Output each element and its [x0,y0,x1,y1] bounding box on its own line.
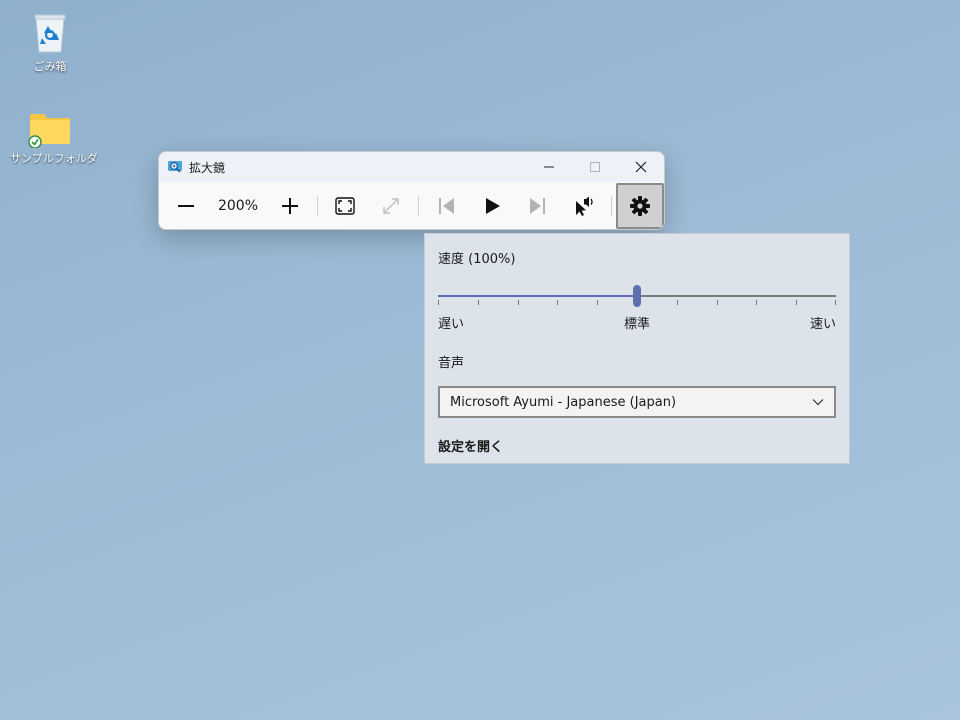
zoom-out-button[interactable] [163,184,209,228]
previous-button[interactable] [423,184,469,228]
read-from-pointer-button[interactable] [561,184,607,228]
chevron-down-icon [812,399,824,406]
slider-tick [438,300,439,305]
slider-tick [835,300,836,305]
open-settings-link[interactable]: 設定を開く [438,436,503,455]
next-button[interactable] [515,184,561,228]
settings-gear-icon [630,196,650,216]
slider-tick [597,300,599,305]
zoom-out-icon [178,205,194,207]
play-icon [486,198,500,214]
expand-icon [383,198,399,214]
minimize-button[interactable] [526,152,572,182]
expand-button[interactable] [368,184,414,228]
desktop-icon-label: ごみ箱 [33,60,67,73]
slider-tick [756,300,758,305]
desktop-icon-label: サンプルフォルダ [10,152,98,165]
reading-settings-flyout: 速度 (100%) 遅い 標準 速い 音声 Microsoft Ayumi - … [424,233,850,464]
next-icon [530,198,545,214]
speed-scale-labels: 遅い 標準 速い [438,313,836,332]
play-button[interactable] [469,184,515,228]
zoom-in-icon [282,198,298,214]
desktop-icon-recycle-bin[interactable]: ごみ箱 [10,8,90,74]
title-bar[interactable]: 拡大鏡 [159,152,664,182]
recycle-bin-icon [34,14,66,53]
fast-label: 速い [809,317,836,332]
normal-label: 標準 [623,317,650,332]
toolbar-separator [418,196,419,216]
previous-icon [439,198,454,214]
maximize-button[interactable] [572,152,618,182]
voice-label: 音声 [438,356,465,371]
close-button[interactable] [618,152,664,182]
zoom-in-button[interactable] [267,184,313,228]
slider-tick [517,300,519,305]
slider-tick [676,300,678,305]
slow-label: 遅い [438,317,465,332]
slider-tick [557,300,559,305]
minimize-icon [544,166,554,168]
slider-thumb[interactable] [633,285,641,307]
desktop-icon-sample-folder[interactable]: サンプルフォルダ [10,108,98,166]
folder-icon [28,114,70,148]
speed-slider[interactable] [438,285,836,315]
magnifier-toolbar: 200% [159,182,664,229]
toolbar-separator [317,196,318,216]
speed-label: 速度 (100%) [438,252,516,267]
zoom-level: 200% [217,198,259,214]
voice-select-value: Microsoft Ayumi - Japanese (Japan) [450,394,677,410]
read-from-pointer-icon [576,196,593,216]
slider-tick [796,300,798,305]
slider-tick [477,300,479,305]
close-icon [635,161,647,173]
slider-fill [438,295,637,297]
settings-button[interactable] [616,183,664,229]
voice-select[interactable]: Microsoft Ayumi - Japanese (Japan) [438,386,836,418]
toolbar-separator [611,196,612,216]
view-fullscreen-icon [335,197,355,215]
magnifier-window: 拡大鏡 200% [158,151,665,230]
slider-tick [716,300,718,305]
window-title: 拡大鏡 [189,160,226,175]
view-button[interactable] [322,184,368,228]
magnifier-app-icon [168,161,182,173]
maximize-icon [590,162,600,172]
